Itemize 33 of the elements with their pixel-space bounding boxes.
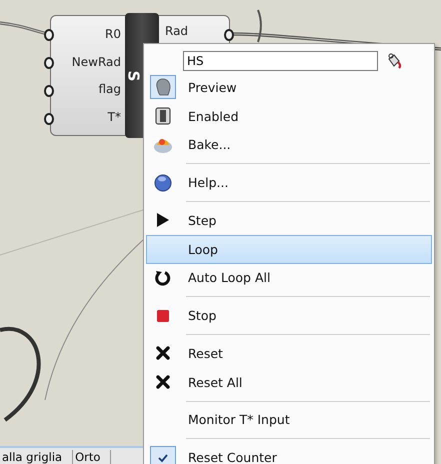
menu-item[interactable]: Help... [146,168,432,197]
menu-item[interactable]: Reset All [146,368,432,397]
menu-item[interactable]: Step [146,206,432,235]
play-icon [156,212,170,228]
output-port[interactable] [224,29,234,41]
input-port[interactable] [44,29,54,41]
input-label: T* [108,110,121,124]
input-port[interactable] [44,113,54,125]
status-item[interactable]: Orto [73,450,112,464]
name-field[interactable]: HS [183,50,378,71]
menu-item[interactable]: Reset Counter [146,443,432,464]
input-port[interactable] [44,57,54,69]
component-nickname: S [124,70,142,81]
circular-arrow-icon [155,270,171,286]
close-icon [156,346,170,360]
menu-item[interactable]: Reset [146,338,432,368]
status-item[interactable]: alla griglia [0,450,74,464]
menu-item[interactable]: Monitor T* Input [146,405,432,434]
input-label: NewRad [72,54,121,69]
help-icon [154,174,172,192]
output-label: Rad [165,24,188,38]
input-label: flag [98,82,121,96]
check-icon [157,452,169,463]
input-port[interactable] [44,85,54,97]
switch-icon [155,107,171,126]
menu-item[interactable]: Auto Loop All [146,264,432,292]
menu-item[interactable]: Loop [146,234,432,264]
paint-bucket-icon[interactable] [386,52,402,69]
head-icon [155,78,171,96]
input-label: R0 [105,26,121,41]
stop-icon [156,308,170,323]
close-icon [156,375,170,390]
menu-item[interactable]: Stop [146,301,432,330]
